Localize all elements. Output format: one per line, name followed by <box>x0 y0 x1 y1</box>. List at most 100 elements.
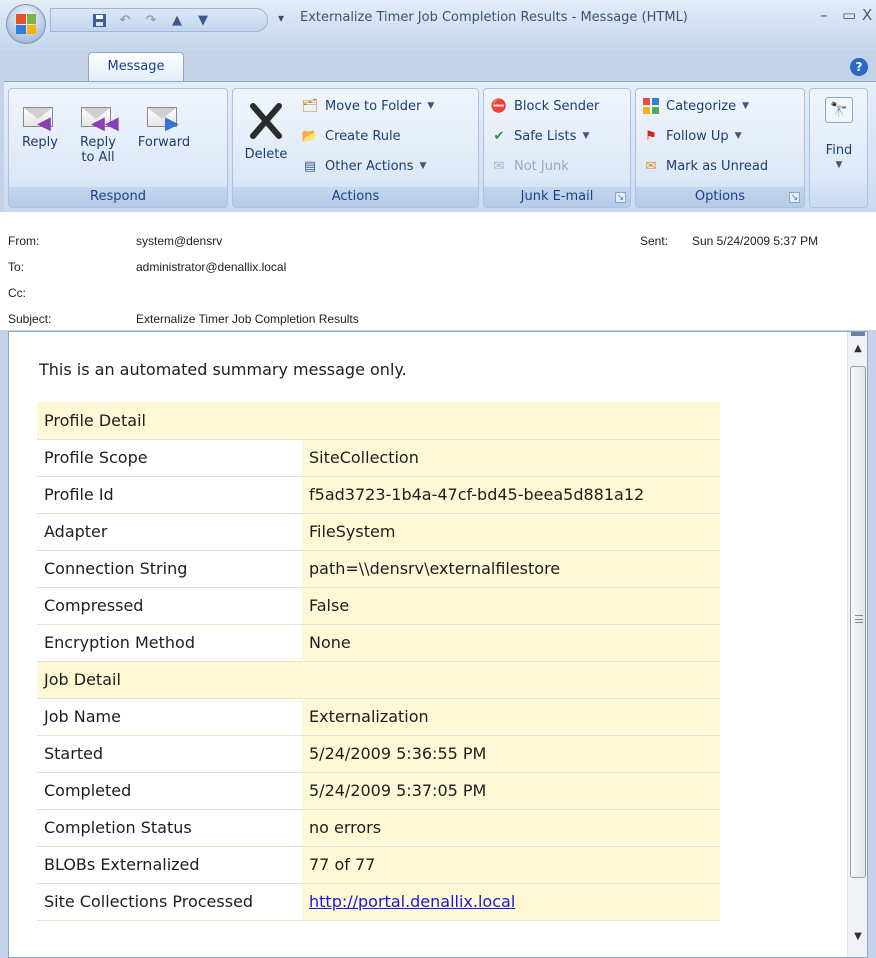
create-rule-label: Create Rule <box>325 128 401 144</box>
vertical-scrollbar[interactable]: ▲ ▼ <box>847 332 867 957</box>
tab-message[interactable]: Message <box>88 52 184 82</box>
section-header: Profile Detail <box>37 402 720 440</box>
customize-qat-icon[interactable]: ▾ <box>278 11 284 25</box>
mark-unread-label: Mark as Unread <box>666 158 769 174</box>
to-value[interactable]: administrator@denallix.local <box>136 258 286 276</box>
table-row: Started 5/24/2009 5:36:55 PM <box>37 735 720 773</box>
find-group: 🔭 Find ▼ <box>809 88 868 208</box>
options-group: Categorize ▼ ⚑ Follow Up ▼ ✉ Mark as Unr… <box>635 88 805 208</box>
row-value: None <box>302 624 720 662</box>
grip-icon <box>855 615 863 623</box>
row-value: f5ad3723-1b4a-47cf-bd45-beea5d881a12 <box>302 476 720 514</box>
reply-all-label-2: to All <box>81 150 115 165</box>
office-button[interactable] <box>6 4 46 44</box>
previous-item-icon[interactable]: ▲ <box>169 12 185 28</box>
move-to-folder-button[interactable]: 🗂 Move to Folder ▼ <box>301 95 435 117</box>
message-header: From: system@densrv Sent: Sun 5/24/2009 … <box>0 212 876 330</box>
row-value: http://portal.denallix.local <box>302 883 720 921</box>
follow-up-label: Follow Up <box>666 128 729 144</box>
actions-group: Delete 🗂 Move to Folder ▼ 📂 Create Rule … <box>232 88 479 208</box>
not-junk-label: Not Junk <box>514 158 569 174</box>
chevron-down-icon: ▼ <box>427 101 435 111</box>
scroll-up-icon[interactable]: ▲ <box>848 340 868 358</box>
row-label: Site Collections Processed <box>37 883 302 921</box>
row-label: Profile Id <box>37 476 302 514</box>
move-to-folder-label: Move to Folder <box>325 98 422 114</box>
scroll-thumb[interactable] <box>850 366 866 878</box>
office-logo-icon <box>16 14 36 34</box>
from-value[interactable]: system@densrv <box>136 232 222 250</box>
row-label: Compressed <box>37 587 302 625</box>
table-row: BLOBs Externalized 77 of 77 <box>37 846 720 884</box>
to-label: To: <box>8 260 25 274</box>
quick-access-toolbar: ↶ ↷ ▲ ▼ <box>50 8 268 32</box>
minimize-button[interactable]: – <box>820 6 828 24</box>
section-header: Job Detail <box>37 661 720 699</box>
undo-icon[interactable]: ↶ <box>117 12 133 28</box>
not-junk-button[interactable]: ✉ Not Junk <box>490 155 569 177</box>
block-sender-label: Block Sender <box>514 98 600 114</box>
subject-label: Subject: <box>8 312 52 326</box>
reply-button[interactable]: ◀ Reply <box>15 101 65 150</box>
table-row: Adapter FileSystem <box>37 513 720 551</box>
other-actions-button[interactable]: ▤ Other Actions ▼ <box>301 155 427 177</box>
close-button[interactable]: X <box>862 6 872 24</box>
sent-label: Sent: <box>640 234 669 248</box>
row-label: BLOBs Externalized <box>37 846 302 884</box>
options-group-label: Options <box>636 187 804 207</box>
row-label: Job Name <box>37 698 302 736</box>
table-row: Job Detail <box>37 661 720 699</box>
forward-label: Forward <box>137 135 191 150</box>
options-dialog-launcher-icon[interactable]: ↘ <box>789 192 800 203</box>
row-value: False <box>302 587 720 625</box>
site-collection-link[interactable]: http://portal.denallix.local <box>309 892 515 911</box>
find-button[interactable]: 🔭 Find ▼ <box>814 97 864 173</box>
summary-table: Profile Detail Profile Scope SiteCollect… <box>37 402 720 921</box>
forward-button[interactable]: ▶ Forward <box>133 101 195 150</box>
next-item-icon[interactable]: ▼ <box>195 12 211 28</box>
row-value: 77 of 77 <box>302 846 720 884</box>
delete-label: Delete <box>244 147 288 162</box>
reply-label: Reply <box>21 135 58 150</box>
forward-icon: ▶ <box>147 101 181 133</box>
row-label: Adapter <box>37 513 302 551</box>
table-row: Site Collections Processed http://portal… <box>37 883 720 921</box>
mark-unread-button[interactable]: ✉ Mark as Unread <box>642 155 769 177</box>
message-body: This is an automated summary message onl… <box>8 331 868 958</box>
table-row: Profile Scope SiteCollection <box>37 439 720 477</box>
title-bar: ↶ ↷ ▲ ▼ ▾ Externalize Timer Job Completi… <box>0 0 876 50</box>
row-value: FileSystem <box>302 513 720 551</box>
chevron-down-icon: ▼ <box>742 101 750 111</box>
create-rule-button[interactable]: 📂 Create Rule <box>301 125 401 147</box>
redo-icon[interactable]: ↷ <box>143 12 159 28</box>
delete-x-icon <box>248 103 284 139</box>
flag-icon: ⚑ <box>645 128 657 144</box>
help-icon[interactable]: ? <box>850 58 868 76</box>
respond-group-label: Respond <box>9 187 227 207</box>
categorize-label: Categorize <box>666 98 737 114</box>
reply-icon: ◀ <box>23 101 57 133</box>
junk-dialog-launcher-icon[interactable]: ↘ <box>615 192 626 203</box>
junk-email-label: Junk E-mail <box>520 189 594 204</box>
block-sender-button[interactable]: ⛔ Block Sender <box>490 95 599 117</box>
row-value: SiteCollection <box>302 439 720 477</box>
maximize-button[interactable]: ▭ <box>842 6 856 24</box>
save-icon[interactable] <box>91 12 107 28</box>
table-row: Job Name Externalization <box>37 698 720 736</box>
safe-lists-button[interactable]: ✔ Safe Lists ▼ <box>490 125 590 147</box>
row-label: Completion Status <box>37 809 302 847</box>
chevron-down-icon: ▼ <box>582 131 590 141</box>
sent-value: Sun 5/24/2009 5:37 PM <box>692 234 819 248</box>
cc-label: Cc: <box>8 286 26 300</box>
row-label: Started <box>37 735 302 773</box>
scroll-down-icon[interactable]: ▼ <box>848 928 868 946</box>
from-label: From: <box>8 234 40 248</box>
subject-value: Externalize Timer Job Completion Results <box>136 312 359 326</box>
window-title: Externalize Timer Job Completion Results… <box>300 10 688 25</box>
follow-up-button[interactable]: ⚑ Follow Up ▼ <box>642 125 741 147</box>
delete-button[interactable]: Delete <box>239 103 293 162</box>
reply-all-button[interactable]: ◀◀ Reply to All <box>69 101 127 165</box>
table-row: Profile Detail <box>37 402 720 440</box>
categorize-button[interactable]: Categorize ▼ <box>642 95 749 117</box>
intro-text: This is an automated summary message onl… <box>39 360 407 379</box>
